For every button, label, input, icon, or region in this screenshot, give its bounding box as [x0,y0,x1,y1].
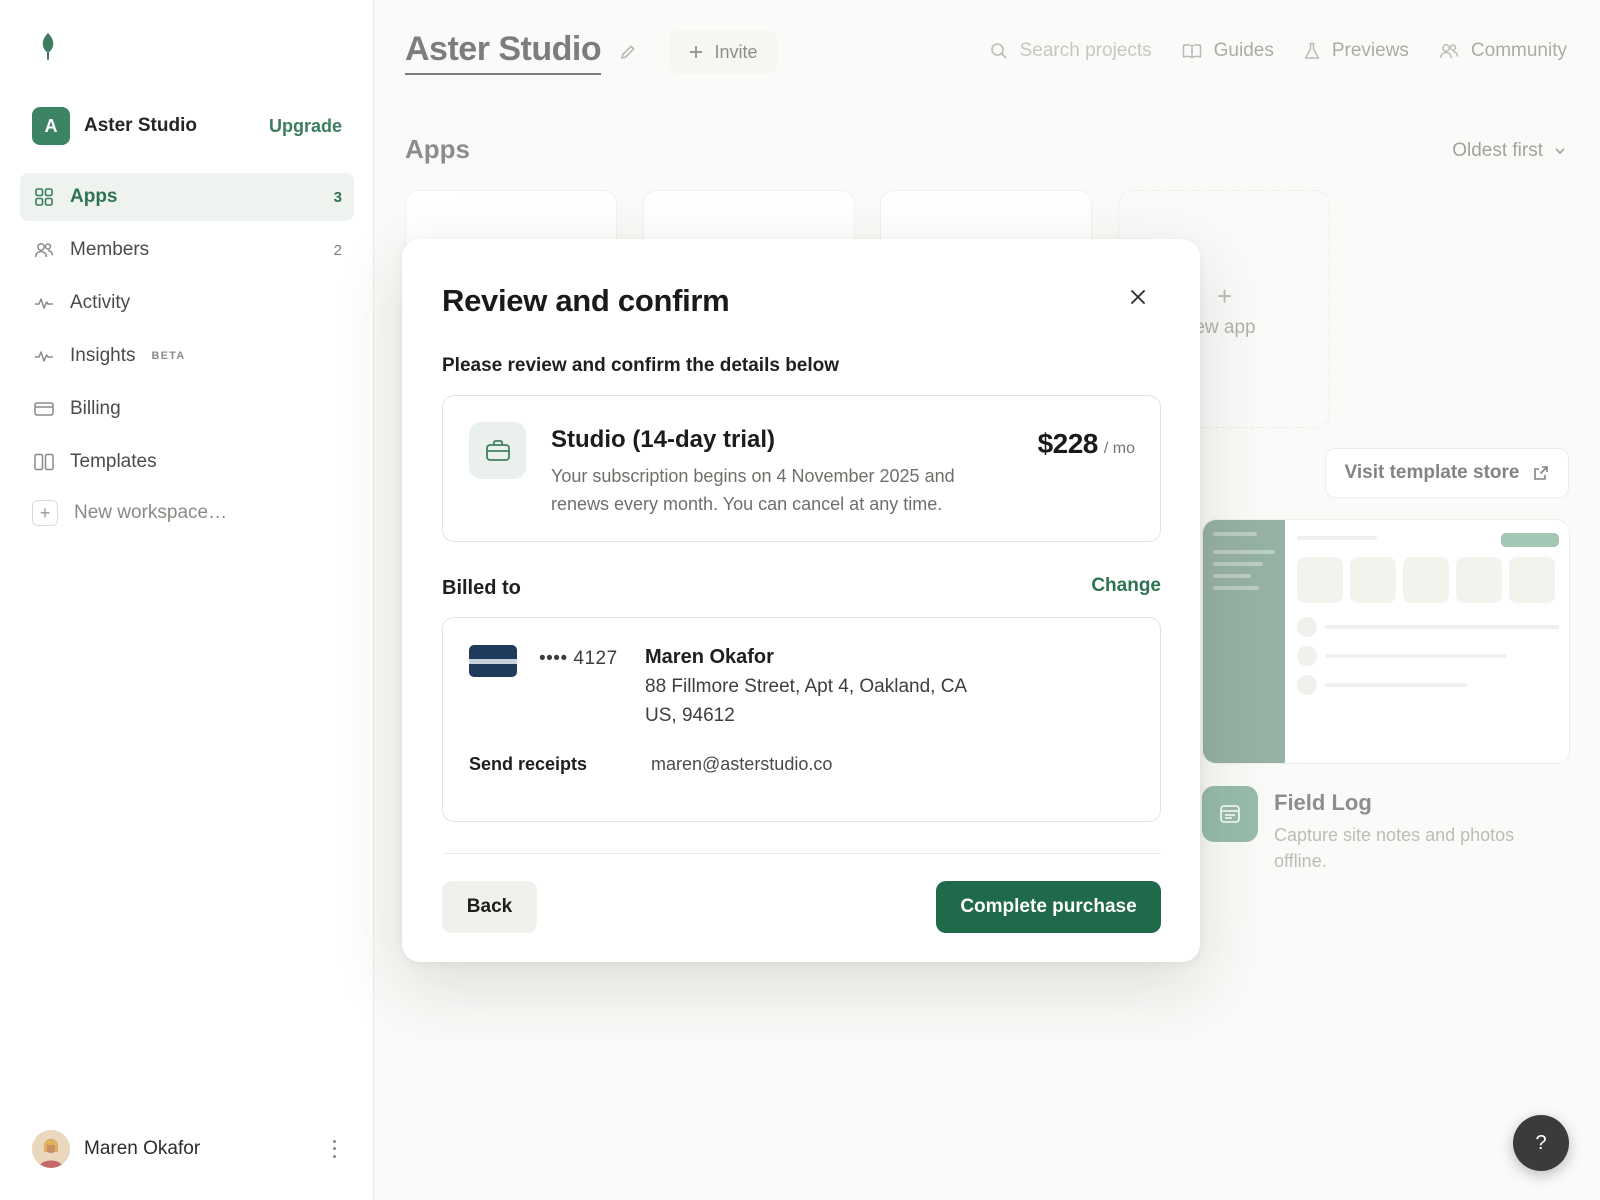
billed-to-label: Billed to [442,577,521,599]
sidebar-item-label: Templates [70,451,157,472]
receipts-email: maren@asterstudio.co [651,754,833,774]
billing-address: 88 Fillmore Street, Apt 4, Oakland, CA U… [645,676,967,726]
billing-name: Maren Okafor [645,646,774,668]
modal-subtitle: Please review and confirm the details be… [442,355,840,376]
users-icon [34,240,54,260]
card-number: •••• 4127 [539,648,618,669]
pulse-icon [34,293,54,313]
workspace-switcher[interactable]: A Aster Studio Upgrade [32,107,342,145]
sidebar-item-label: Billing [70,398,121,419]
sidebar-item-label: Members [70,239,150,260]
sidebar-item-activity[interactable]: Activity [20,279,354,327]
price-value: $228 [1037,428,1099,459]
workspace-avatar: A [32,107,70,145]
plan-summary: Studio (14-day trial) Your subscription … [442,395,1161,542]
user-name: Maren Okafor [84,1138,201,1159]
back-button[interactable]: Back [442,881,537,933]
sidebar-item-label-text: Insights [70,345,136,366]
plan-price: $228 / mo [1038,428,1135,460]
close-icon[interactable] [1128,287,1148,307]
pulse-icon [34,346,54,366]
new-workspace-button[interactable]: + New workspace… [32,500,227,526]
plan-description: Your subscription begins on 4 November 2… [551,466,955,514]
sidebar-item-count: 3 [333,188,342,206]
plus-icon: + [32,500,58,526]
beta-badge: BETA [151,350,186,362]
grid-icon [34,187,54,207]
avatar [32,1130,70,1168]
sidebar-item-billing[interactable]: Billing [20,385,354,433]
briefcase-icon [469,422,526,479]
review-confirm-modal: Review and confirm Please review and con… [402,239,1200,962]
sidebar: A Aster Studio Upgrade Apps 3 Members 2 … [0,0,374,1200]
plan-name: Studio (14-day trial) [551,426,776,453]
sidebar-nav: Apps 3 Members 2 Activity Insights BETA [20,173,354,491]
leaf-logo-icon [42,33,54,60]
sidebar-item-label: Apps [70,186,118,207]
columns-icon [34,452,54,472]
sidebar-item-templates[interactable]: Templates [20,438,354,486]
sidebar-item-label: Insights BETA [70,345,342,367]
billing-details: •••• 4127 Maren Okafor 88 Fillmore Stree… [442,617,1161,822]
sidebar-item-members[interactable]: Members 2 [20,226,354,274]
more-options-icon[interactable] [326,1138,342,1160]
change-billing-link[interactable]: Change [1091,575,1161,597]
price-unit: / mo [1103,440,1135,457]
sidebar-item-count: 2 [333,241,342,259]
complete-purchase-button[interactable]: Complete purchase [936,881,1161,933]
new-workspace-label: New workspace… [74,502,228,523]
user-profile[interactable]: Maren Okafor [32,1130,342,1168]
upgrade-link[interactable]: Upgrade [269,116,342,137]
help-button[interactable]: ? [1513,1115,1569,1171]
sidebar-item-label: Activity [70,292,131,313]
credit-card-icon [469,645,517,677]
send-receipts-label: Send receipts [469,754,588,774]
divider [442,853,1161,854]
modal-title: Review and confirm [442,283,730,318]
sidebar-item-insights[interactable]: Insights BETA [20,332,354,380]
workspace-name: Aster Studio [84,115,197,136]
sidebar-item-apps[interactable]: Apps 3 [20,173,354,221]
credit-card-icon [34,399,54,419]
